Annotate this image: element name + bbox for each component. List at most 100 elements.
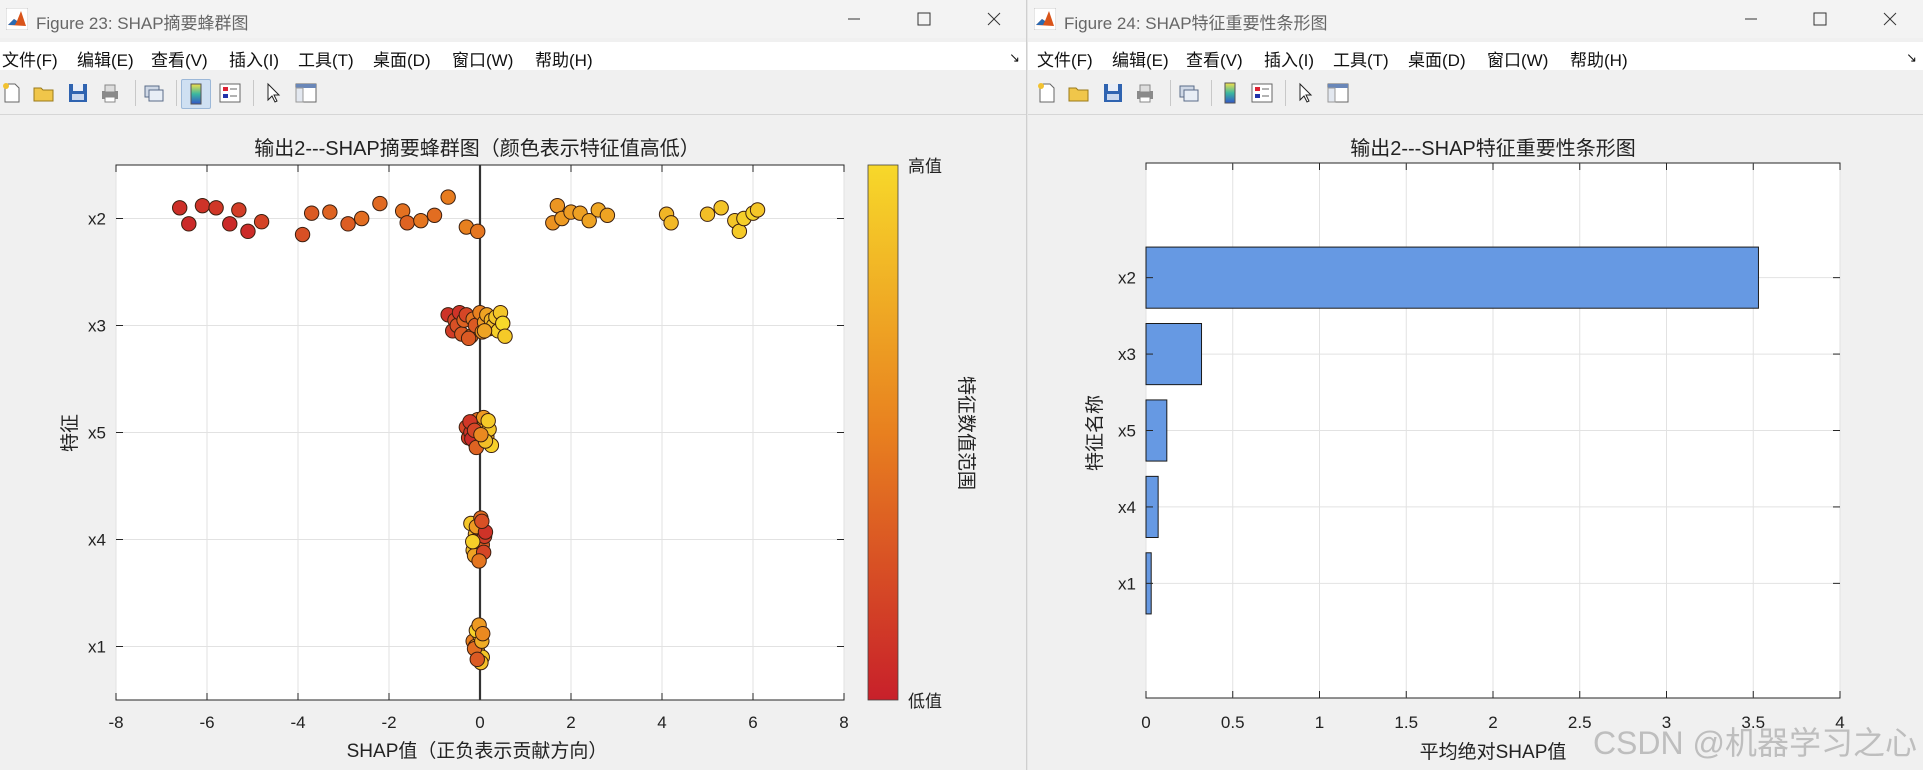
- new-figure-icon[interactable]: [1035, 81, 1059, 105]
- data-point-x1: [475, 625, 491, 642]
- data-point-x5: [473, 426, 489, 443]
- menu-view[interactable]: 查看(V): [151, 46, 208, 71]
- dock-arrow-icon[interactable]: ↘: [1906, 50, 1917, 66]
- menu-help[interactable]: 帮助(H): [535, 46, 593, 71]
- data-point-x4: [474, 513, 490, 530]
- pointer-icon[interactable]: [1294, 81, 1318, 105]
- toolbar-separator: [135, 80, 136, 106]
- data-point-x3: [495, 315, 511, 332]
- y-tick-label: x2: [88, 210, 106, 229]
- property-inspector-icon[interactable]: [1326, 81, 1350, 105]
- new-figure-icon[interactable]: [0, 81, 24, 105]
- toolbar-separator: [176, 80, 177, 106]
- colorbar-icon: [190, 83, 202, 105]
- menu-desktop[interactable]: 桌面(D): [1408, 46, 1466, 71]
- dock-arrow-icon[interactable]: ↘: [1009, 50, 1020, 66]
- data-point-x2: [340, 216, 356, 232]
- x-tick-label: 4: [657, 713, 666, 732]
- open-file-icon[interactable]: [1067, 81, 1091, 105]
- data-point-x2: [699, 206, 716, 222]
- x-tick-label: 8: [839, 713, 848, 732]
- menu-file[interactable]: 文件(F): [1037, 46, 1093, 71]
- data-point-x2: [240, 223, 256, 240]
- title-bar[interactable]: Figure 24: SHAP特征重要性条形图: [1028, 0, 1923, 38]
- menu-window[interactable]: 窗口(W): [452, 46, 513, 71]
- data-point-x2: [413, 212, 429, 229]
- shap-importance-bar-chart: 输出2---SHAP特征重要性条形图 0 0.5 1 1.5 2 2.5 3 3.5 4x2x3…: [1084, 137, 1845, 763]
- print-icon[interactable]: [1133, 81, 1157, 105]
- data-point-x2: [663, 215, 679, 231]
- save-icon[interactable]: [66, 81, 90, 105]
- matlab-logo-icon: [6, 8, 28, 30]
- colorbar-label: 特征数值范围: [955, 376, 977, 490]
- link-plot-icon[interactable]: [142, 81, 166, 105]
- data-point-x4: [465, 533, 481, 550]
- y-axis-label: 特征名称: [1084, 395, 1106, 471]
- x-tick-label: 2.5: [1568, 713, 1592, 732]
- data-point-x2: [549, 197, 566, 214]
- data-point-x4: [471, 553, 487, 569]
- y-axis-label: 特征: [59, 414, 81, 452]
- x-tick-label: 0: [1141, 713, 1150, 732]
- print-icon[interactable]: [98, 81, 122, 105]
- link-plot-icon[interactable]: [1177, 81, 1201, 105]
- colorbar-button[interactable]: [181, 79, 211, 109]
- close-button[interactable]: [966, 2, 1022, 36]
- property-inspector-icon[interactable]: [294, 81, 318, 105]
- colorbar-high-label: 高值: [908, 157, 942, 176]
- maximize-button[interactable]: [1792, 2, 1848, 36]
- data-point-x2: [731, 223, 748, 240]
- figure-canvas: 输出2---SHAP摘要蜂群图（颜色表示特征值高低） -8 -6 -4 -2 0 2 4 6 8…: [0, 115, 1026, 770]
- close-button[interactable]: [1862, 2, 1918, 36]
- data-point-x3: [476, 323, 493, 339]
- x-axis-label: 平均绝对SHAP值: [1420, 741, 1567, 763]
- colorbar-icon[interactable]: [1218, 81, 1242, 105]
- bar-x3: [1145, 323, 1203, 386]
- menu-tools[interactable]: 工具(T): [298, 46, 354, 71]
- menu-insert[interactable]: 插入(I): [1264, 46, 1314, 71]
- x-tick-label: -6: [199, 713, 214, 732]
- x-tick-label: 0: [475, 713, 484, 732]
- x-tick-label: 1.5: [1394, 713, 1418, 732]
- y-tick-label: x2: [1118, 269, 1136, 288]
- open-file-icon[interactable]: [32, 81, 56, 105]
- x-axis-label: SHAP值（正负表示贡献方向）: [347, 740, 608, 762]
- menu-window[interactable]: 窗口(W): [1487, 46, 1548, 71]
- chart-title: 输出2---SHAP摘要蜂群图（颜色表示特征值高低）: [254, 137, 700, 160]
- y-tick-label: x4: [88, 531, 106, 550]
- toolbar-separator: [253, 80, 254, 106]
- data-point-x2: [294, 226, 311, 243]
- menu-edit[interactable]: 编辑(E): [77, 46, 134, 71]
- menu-insert[interactable]: 插入(I): [229, 46, 279, 71]
- menu-view[interactable]: 查看(V): [1186, 46, 1243, 71]
- x-tick-label: 6: [748, 713, 757, 732]
- data-point-x2: [749, 202, 766, 218]
- data-point-x2: [322, 204, 338, 220]
- chart-title: 输出2---SHAP特征重要性条形图: [1350, 137, 1636, 160]
- y-tick-label: x4: [1118, 498, 1136, 517]
- y-tick-label: x3: [88, 317, 106, 336]
- matlab-logo-icon: [1034, 8, 1056, 30]
- menu-desktop[interactable]: 桌面(D): [373, 46, 431, 71]
- legend-icon[interactable]: [218, 81, 242, 105]
- watermark: CSDN @机器学习之心: [1592, 725, 1917, 761]
- maximize-button[interactable]: [896, 2, 952, 36]
- pointer-icon[interactable]: [262, 81, 286, 105]
- save-icon[interactable]: [1101, 81, 1125, 105]
- data-point-x2: [231, 202, 247, 218]
- data-point-x2: [253, 214, 270, 230]
- legend-icon[interactable]: [1250, 81, 1274, 105]
- minimize-button[interactable]: [1723, 2, 1779, 36]
- data-point-x2: [208, 200, 224, 216]
- menu-help[interactable]: 帮助(H): [1570, 46, 1628, 71]
- data-point-x2: [470, 223, 486, 240]
- minimize-button[interactable]: [826, 2, 882, 36]
- title-bar[interactable]: Figure 23: SHAP摘要蜂群图: [0, 0, 1026, 38]
- data-point-x2: [303, 205, 320, 221]
- window-title: Figure 23: SHAP摘要蜂群图: [36, 14, 249, 33]
- x-tick-label: 0.5: [1221, 713, 1245, 732]
- menu-edit[interactable]: 编辑(E): [1112, 46, 1169, 71]
- x-tick-label: -4: [290, 713, 305, 732]
- menu-tools[interactable]: 工具(T): [1333, 46, 1389, 71]
- menu-file[interactable]: 文件(F): [2, 46, 58, 71]
